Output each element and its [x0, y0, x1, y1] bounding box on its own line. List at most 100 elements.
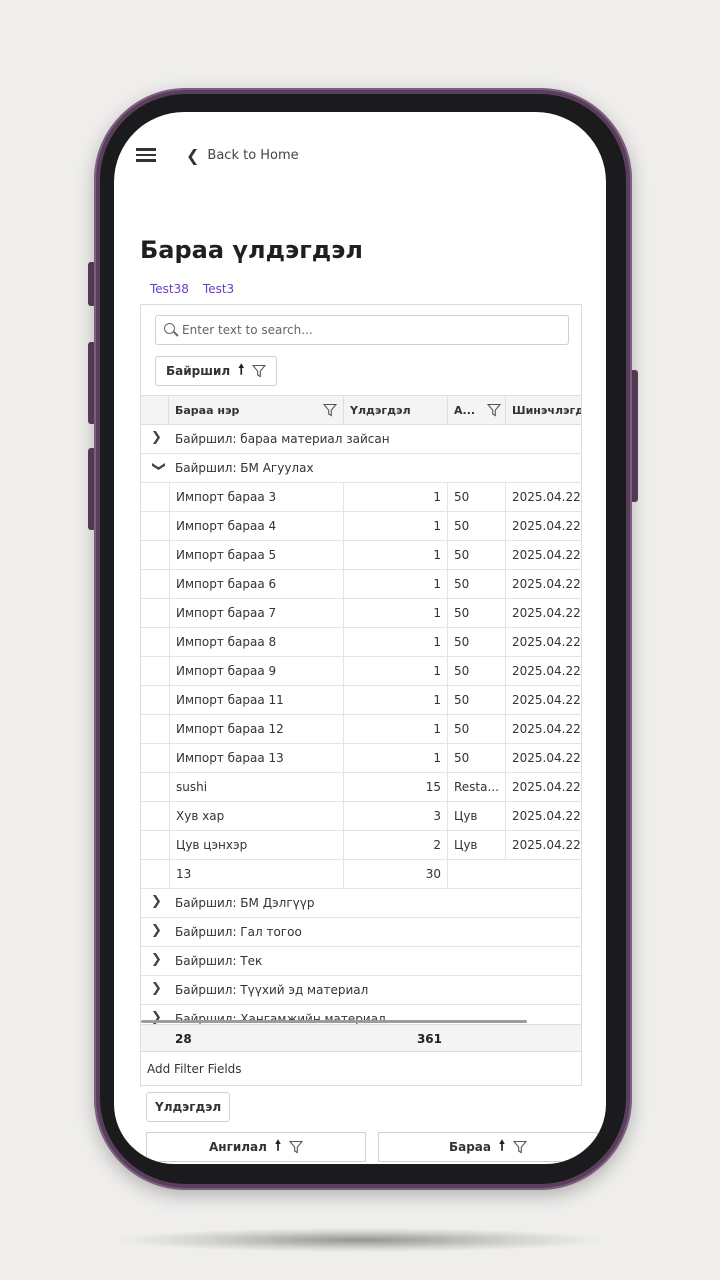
cell-category: 50	[448, 570, 506, 598]
cell-qty: 1	[344, 483, 448, 511]
cell-name: sushi	[169, 773, 344, 801]
group-label: Байршил: Түүхий эд материал	[175, 983, 369, 997]
column-header-name[interactable]: Бараа нэр	[169, 396, 344, 425]
group-row[interactable]: ❯ Байршил: Гал тогоо	[141, 918, 581, 947]
group-label: Байршил: Гал тогоо	[175, 925, 302, 939]
page-title: Бараа үлдэгдэл	[140, 236, 363, 264]
group-label: Байршил: БМ Дэлгүүр	[175, 896, 315, 910]
table-row[interactable]: Импорт бараа 4 1 50 2025.04.22	[141, 512, 581, 541]
chevron-right-icon[interactable]: ❯	[151, 923, 162, 938]
sort-asc-icon[interactable]: 🠕	[499, 1135, 505, 1159]
cell-updated: 2025.04.22	[512, 809, 581, 823]
back-to-home-button[interactable]: ❮ Back to Home	[186, 144, 299, 166]
table-row[interactable]: sushi 15 Resta... 2025.04.22	[141, 773, 581, 802]
filter-icon[interactable]	[513, 1140, 528, 1154]
cell-qty: 3	[344, 802, 448, 830]
top-bar: ❮ Back to Home	[114, 112, 606, 192]
chevron-right-icon[interactable]: ❯	[151, 981, 162, 996]
cell-category: Цув	[448, 802, 506, 830]
hamburger-menu-icon[interactable]	[136, 148, 156, 162]
table-row[interactable]: Импорт бараа 7 1 50 2025.04.22	[141, 599, 581, 628]
group-row[interactable]: ❯ Байршил: бараа материал зайсан	[141, 425, 581, 454]
add-filter-fields-area[interactable]: Add Filter Fields	[140, 1052, 582, 1086]
tab-test3[interactable]: Test3	[203, 282, 234, 296]
app-screen: ❮ Back to Home Бараа үлдэгдэл Test38 Tes…	[114, 112, 606, 1164]
cell-updated: 2025.04.22	[512, 751, 581, 765]
expand-column-header	[141, 396, 169, 425]
cell-name: Импорт бараа 8	[169, 628, 344, 656]
data-field-chip[interactable]: Үлдэгдэл	[146, 1092, 231, 1122]
cell-category: 50	[448, 628, 506, 656]
cell-updated: 2025.04.22	[512, 548, 581, 562]
sort-asc-icon[interactable]: 🠕	[275, 1135, 281, 1159]
cell-category: 50	[448, 483, 506, 511]
tab-test38[interactable]: Test38	[150, 282, 189, 296]
chevron-right-icon[interactable]: ❯	[151, 430, 162, 445]
table-row[interactable]: Импорт бараа 9 1 50 2025.04.22	[141, 657, 581, 686]
cell-qty: 1	[344, 512, 448, 540]
cell-category: 50	[448, 599, 506, 627]
data-field-label: Үлдэгдэл	[155, 1100, 222, 1114]
table-row[interactable]: Цув цэнхэр 2 Цув 2025.04.22	[141, 831, 581, 860]
cell-name: Хув хар	[169, 802, 344, 830]
group-chip-label: Байршил	[166, 364, 231, 378]
group-summary-count: 13	[169, 860, 344, 888]
group-label: Байршил: бараа материал зайсан	[175, 432, 390, 446]
filter-icon[interactable]	[487, 403, 501, 417]
row-field-label: Бараа	[448, 1140, 491, 1154]
cell-category: 50	[448, 512, 506, 540]
table-row[interactable]: Импорт бараа 12 1 50 2025.04.22	[141, 715, 581, 744]
filter-icon[interactable]	[288, 1140, 303, 1154]
group-row[interactable]: ❯ Байршил: Тек	[141, 947, 581, 976]
cell-qty: 15	[344, 773, 448, 801]
row-field-chip-category[interactable]: Ангилал 🠕	[146, 1132, 366, 1162]
sort-asc-icon[interactable]: 🠕	[238, 359, 244, 383]
table-row[interactable]: Импорт бараа 8 1 50 2025.04.22	[141, 628, 581, 657]
column-header-qty[interactable]: Үлдэгдэл	[344, 396, 448, 425]
cell-name: Импорт бараа 11	[169, 686, 344, 714]
cell-name: Цув цэнхэр	[169, 831, 344, 859]
cell-updated: 2025.04.22	[512, 722, 581, 736]
cell-qty: 1	[344, 628, 448, 656]
filter-icon[interactable]	[252, 364, 267, 378]
cell-qty: 1	[344, 570, 448, 598]
cell-updated: 2025.04.22	[512, 780, 581, 794]
chevron-right-icon[interactable]: ❯	[151, 952, 162, 967]
cell-category: 50	[448, 715, 506, 743]
cell-qty: 1	[344, 686, 448, 714]
group-summary-qty: 30	[344, 860, 448, 888]
cell-name: Импорт бараа 6	[169, 570, 344, 598]
column-header-category[interactable]: А...	[448, 396, 506, 425]
search-input[interactable]: Enter text to search...	[155, 315, 569, 345]
cell-updated: 2025.04.22	[512, 577, 581, 591]
cell-updated: 2025.04.22	[512, 635, 581, 649]
table-row[interactable]: Импорт бараа 5 1 50 2025.04.22	[141, 541, 581, 570]
cell-name: Импорт бараа 7	[169, 599, 344, 627]
cell-updated: 2025.04.22	[512, 606, 581, 620]
table-row[interactable]: Импорт бараа 6 1 50 2025.04.22	[141, 570, 581, 599]
group-by-chip[interactable]: Байршил 🠕	[155, 356, 278, 386]
cell-category: Цув	[448, 831, 506, 859]
group-row[interactable]: ❯ Байршил: Түүхий эд материал	[141, 976, 581, 1005]
table-row[interactable]: Импорт бараа 3 1 50 2025.04.22	[141, 483, 581, 512]
filter-icon[interactable]	[323, 403, 337, 417]
grand-total-row: 28 361	[141, 1024, 581, 1051]
table-row[interactable]: Импорт бараа 13 1 50 2025.04.22	[141, 744, 581, 773]
column-header-updated[interactable]: Шинэчлэгд	[506, 396, 582, 425]
group-label: Байршил: БМ Агуулах	[175, 461, 314, 475]
group-row[interactable]: ❯ Байршил: БМ Агуулах	[141, 454, 581, 483]
cell-qty: 1	[344, 715, 448, 743]
column-header-row: Бараа нэр Үлдэгдэл А... Шинэчлэгд	[141, 395, 582, 425]
chevron-down-icon[interactable]: ❯	[151, 461, 166, 472]
table-row[interactable]: Импорт бараа 11 1 50 2025.04.22	[141, 686, 581, 715]
chevron-right-icon[interactable]: ❯	[151, 894, 162, 909]
row-field-chip-product[interactable]: Бараа 🠕	[378, 1132, 598, 1162]
cell-updated: 2025.04.22	[512, 490, 581, 504]
group-row[interactable]: ❯ Байршил: БМ Дэлгүүр	[141, 889, 581, 918]
column-updated-label: Шинэчлэгд	[512, 404, 582, 417]
filter-area-label: Add Filter Fields	[147, 1061, 242, 1076]
table-row[interactable]: Хув хар 3 Цув 2025.04.22	[141, 802, 581, 831]
horizontal-scrollbar[interactable]	[141, 1020, 527, 1023]
cell-qty: 1	[344, 599, 448, 627]
cell-updated: 2025.04.22	[512, 838, 581, 852]
